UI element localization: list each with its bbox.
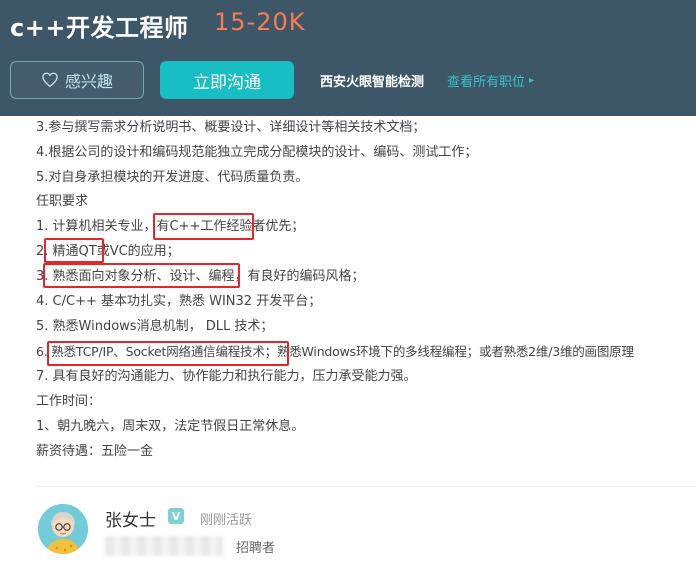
- highlight-box: [44, 238, 104, 263]
- recruiter-name: 张女士: [105, 511, 156, 531]
- heart-icon: [41, 71, 59, 89]
- salary: 15-20K: [214, 8, 306, 36]
- desc-line: 1、朝九晚六，周末双，法定节假日正常休息。: [36, 419, 305, 434]
- highlight-box: [153, 213, 254, 240]
- desc-line: 4. C/C++ 基本功扎实，熟悉 WIN32 开发平台；: [36, 294, 322, 309]
- job-title: c++开发工程师: [10, 14, 189, 42]
- view-all-label: 查看所有职位: [447, 75, 526, 90]
- company-name[interactable]: 西安火眼智能检测: [320, 71, 424, 90]
- desc-line: 5.对自身承担模块的开发进度、代码质量负责。: [36, 170, 309, 185]
- interest-button[interactable]: 感兴趣: [10, 61, 144, 99]
- interest-label: 感兴趣: [64, 72, 113, 91]
- active-status: 刚刚活跃: [200, 513, 253, 528]
- desc-line: 3.参与撰写需求分析说明书、概要设计、详细设计等相关技术文档；: [36, 120, 426, 135]
- highlight-box: [43, 263, 240, 288]
- desc-line: 薪资待遇：五险一金: [36, 444, 154, 459]
- view-all-jobs-link[interactable]: 查看所有职位 ▸: [447, 71, 534, 90]
- verified-badge-icon: V: [168, 508, 184, 524]
- chat-now-button[interactable]: 立即沟通: [160, 61, 294, 99]
- section-heading: 工作时间：: [36, 394, 102, 409]
- chevron-right-icon: ▸: [529, 75, 535, 86]
- section-heading: 任职要求: [36, 194, 89, 209]
- section-divider: [36, 486, 696, 487]
- highlight-box: [47, 341, 289, 366]
- desc-line: 5. 熟悉Windows消息机制， DLL 技术；: [36, 319, 274, 334]
- recruiter-role: 招聘者: [236, 541, 276, 556]
- recruiter-avatar[interactable]: [38, 504, 88, 554]
- desc-line: 7. 具有良好的沟通能力、协作能力和执行能力，压力承受能力强。: [36, 369, 417, 384]
- blurred-recruiter-info: [105, 536, 223, 556]
- job-header: c++开发工程师 15-20K 感兴趣 立即沟通 西安火眼智能检测 查看所有职位…: [0, 0, 696, 116]
- desc-line: 4.根据公司的设计和编码规范能独立完成分配模块的设计、编码、测试工作；: [36, 145, 478, 160]
